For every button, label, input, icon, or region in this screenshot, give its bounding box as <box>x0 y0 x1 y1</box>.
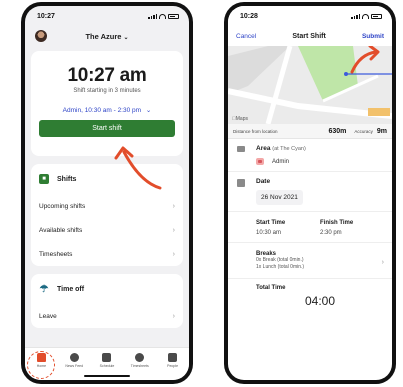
start-time-field[interactable]: Start Time 10:30 am <box>236 220 320 236</box>
list-item-label: Timesheets <box>39 250 73 258</box>
tab-news-feed[interactable]: News Feed <box>61 353 87 368</box>
beach-umbrella-icon: ☂ <box>39 283 49 295</box>
shift-selector[interactable]: Admin, 10:30 am - 2:30 pm ⌄ <box>31 106 183 114</box>
shift-form: Area (at The Cyan) Admin Date 26 Nov 202… <box>228 139 392 316</box>
distance-row: Distance from location 630m Accuracy 9m <box>228 124 392 139</box>
people-icon <box>168 353 178 362</box>
finish-time-field[interactable]: Finish Time 2:30 pm <box>320 220 384 236</box>
finish-time-label: Finish Time <box>320 220 354 226</box>
submit-button[interactable]: Submit <box>362 33 384 40</box>
total-time-label: Total Time <box>256 285 286 291</box>
timeoff-section-header: ☂ Time off <box>31 274 183 304</box>
calendar-icon <box>237 179 245 187</box>
chevron-right-icon: › <box>172 202 175 210</box>
tab-schedule[interactable]: Schedule <box>94 353 120 368</box>
start-time-label: Start Time <box>256 220 286 226</box>
signal-icon <box>351 13 360 19</box>
clock-in-card: 10:27 am Shift starting in 3 minutes Adm… <box>31 51 183 156</box>
start-shift-button[interactable]: Start shift <box>39 120 175 137</box>
area-label: Area (at The Cyan) <box>256 145 306 152</box>
accuracy-value: 9m <box>376 127 387 135</box>
start-shift-screen: 10:28 Cancel Start Shift Submit Maps Dis… <box>228 6 392 380</box>
wifi-icon <box>159 13 166 19</box>
area-color-icon <box>256 158 264 165</box>
phone-start-shift-screen: 10:28 Cancel Start Shift Submit Maps Dis… <box>224 2 396 384</box>
list-item-upcoming-shifts[interactable]: Upcoming shifts › <box>31 194 183 218</box>
start-time-value: 10:30 am <box>256 230 282 236</box>
area-field[interactable]: Area (at The Cyan) Admin <box>228 139 392 172</box>
list-item-label: Upcoming shifts <box>39 202 86 210</box>
home-screen: 10:27 The Azure ⌄ 10:27 am Shift startin… <box>25 6 189 380</box>
shift-selector-label: Admin, 10:30 am - 2:30 pm <box>62 107 142 114</box>
date-field[interactable]: Date 26 Nov 2021 <box>228 172 392 212</box>
signal-icon <box>148 13 157 19</box>
breaks-line-2: 1x Lunch (total 0min.) <box>256 263 305 270</box>
home-header: The Azure ⌄ <box>25 26 189 46</box>
distance-value: 630m <box>328 127 347 135</box>
tab-label: Timesheets <box>130 364 149 368</box>
breaks-field[interactable]: Breaks 0x Break (total 0min.) 1x Lunch (… <box>228 243 392 279</box>
page-title: Start Shift <box>292 32 326 40</box>
location-selector[interactable]: The Azure ⌄ <box>25 32 189 41</box>
map-graphic <box>228 46 392 124</box>
cancel-button[interactable]: Cancel <box>236 33 256 40</box>
timeoff-card: ☂ Time off Leave › <box>31 274 183 328</box>
tab-label: News Feed <box>65 364 84 368</box>
tab-timesheets[interactable]: Timesheets <box>127 353 153 368</box>
times-row: Start Time 10:30 am Finish Time 2:30 pm <box>228 212 392 243</box>
status-time: 10:27 <box>37 12 55 20</box>
status-time: 10:28 <box>240 12 258 20</box>
date-value[interactable]: 26 Nov 2021 <box>256 190 303 205</box>
avatar[interactable] <box>35 30 47 42</box>
chevron-right-icon: › <box>381 259 384 266</box>
shifts-card: ■ Shifts Upcoming shifts › Available shi… <box>31 164 183 266</box>
home-tab-highlight <box>27 351 55 379</box>
news-feed-icon <box>69 353 79 362</box>
chevron-down-icon: ⌄ <box>123 34 129 41</box>
list-item-timesheets[interactable]: Timesheets › <box>31 242 183 266</box>
list-item-leave[interactable]: Leave › <box>31 304 183 328</box>
nav-bar: Cancel Start Shift Submit <box>228 26 392 46</box>
area-value: Admin <box>256 158 384 165</box>
total-time-value: 04:00 <box>304 294 336 308</box>
accuracy-label: Accuracy <box>354 128 373 134</box>
wifi-icon <box>362 13 369 19</box>
list-item-label: Leave <box>39 312 57 320</box>
finish-time-value: 2:30 pm <box>320 230 342 236</box>
battery-icon <box>168 13 179 19</box>
status-icons <box>148 13 179 19</box>
list-item-label: Available shifts <box>39 226 83 234</box>
maps-attribution: Maps <box>232 116 248 122</box>
list-item-available-shifts[interactable]: Available shifts › <box>31 218 183 242</box>
current-time: 10:27 am <box>67 65 147 86</box>
chevron-right-icon: › <box>172 250 175 258</box>
tab-label: Schedule <box>99 364 115 368</box>
location-map[interactable]: Maps <box>228 46 392 124</box>
home-indicator <box>84 375 130 377</box>
schedule-icon <box>102 353 112 362</box>
battery-icon <box>371 13 382 19</box>
location-name: The Azure <box>85 31 122 41</box>
tab-bar: Home News Feed Schedule Timesheets Peopl… <box>25 347 189 380</box>
status-icons <box>351 13 382 19</box>
area-icon <box>237 146 245 152</box>
shift-countdown: Shift starting in 3 minutes <box>73 88 141 94</box>
tab-label: People <box>167 364 179 368</box>
status-bar: 10:28 <box>228 6 392 26</box>
chevron-right-icon: › <box>172 312 175 320</box>
timeoff-title: Time off <box>57 285 85 293</box>
tab-people[interactable]: People <box>160 353 186 368</box>
clock-icon <box>135 353 145 362</box>
chevron-right-icon: › <box>172 226 175 234</box>
shifts-section-header: ■ Shifts <box>31 164 183 194</box>
area-location: (at The Cyan) <box>272 146 306 152</box>
status-bar: 10:27 <box>25 6 189 26</box>
total-time-field: Total Time 04:00 <box>228 279 392 316</box>
date-label: Date <box>256 178 271 185</box>
shifts-title: Shifts <box>57 175 77 183</box>
phone-home-screen: 10:27 The Azure ⌄ 10:27 am Shift startin… <box>21 2 193 384</box>
chevron-down-icon: ⌄ <box>145 107 152 114</box>
distance-label: Distance from location <box>233 128 278 134</box>
calendar-icon: ■ <box>39 174 49 184</box>
